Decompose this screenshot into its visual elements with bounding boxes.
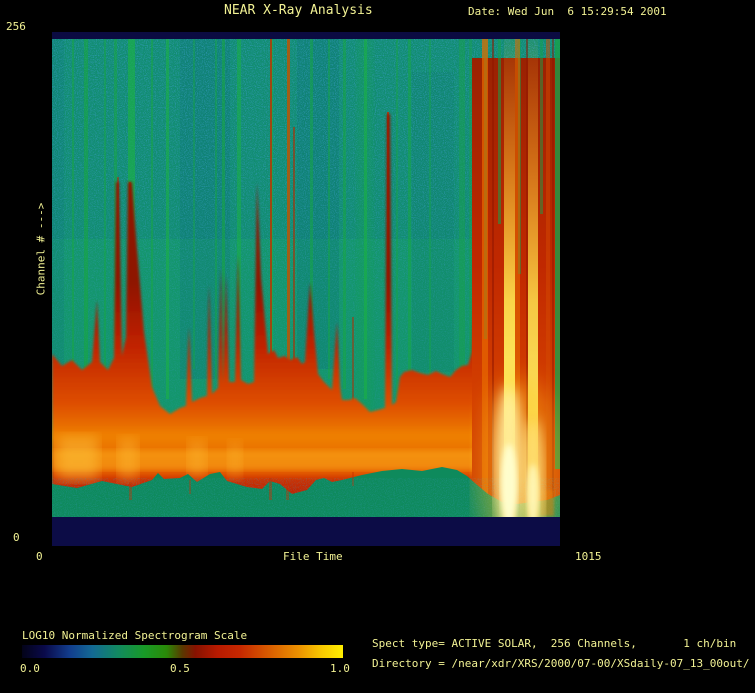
spectrogram-image [52,32,560,546]
x-axis-label: File Time [283,550,343,563]
spect-type-label: Spect type= ACTIVE SOLAR, 256 Channels, … [372,637,737,650]
colorbar-gradient [22,645,343,658]
y-axis-min-tick: 0 [13,531,20,544]
colorbar-tick-max: 1.0 [330,662,350,675]
colorbar-tick-min: 0.0 [20,662,40,675]
spectrogram-plot [52,32,560,546]
x-axis-min-tick: 0 [36,550,43,563]
y-axis-max-tick: 256 [6,20,26,33]
y-axis-label: Channel # ---> [34,202,48,296]
colorbar-tick-mid: 0.5 [170,662,190,675]
directory-label: Directory = /near/xdr/XRS/2000/07-00/XSd… [372,657,750,670]
page-title: NEAR X-Ray Analysis [224,3,373,18]
app-window: NEAR X-Ray Analysis Date: Wed Jun 6 15:2… [0,0,755,693]
x-axis-max-tick: 1015 [575,550,602,563]
colorbar-title: LOG10 Normalized Spectrogram Scale [22,629,248,642]
date-label: Date: Wed Jun 6 15:29:54 2001 [468,5,667,18]
